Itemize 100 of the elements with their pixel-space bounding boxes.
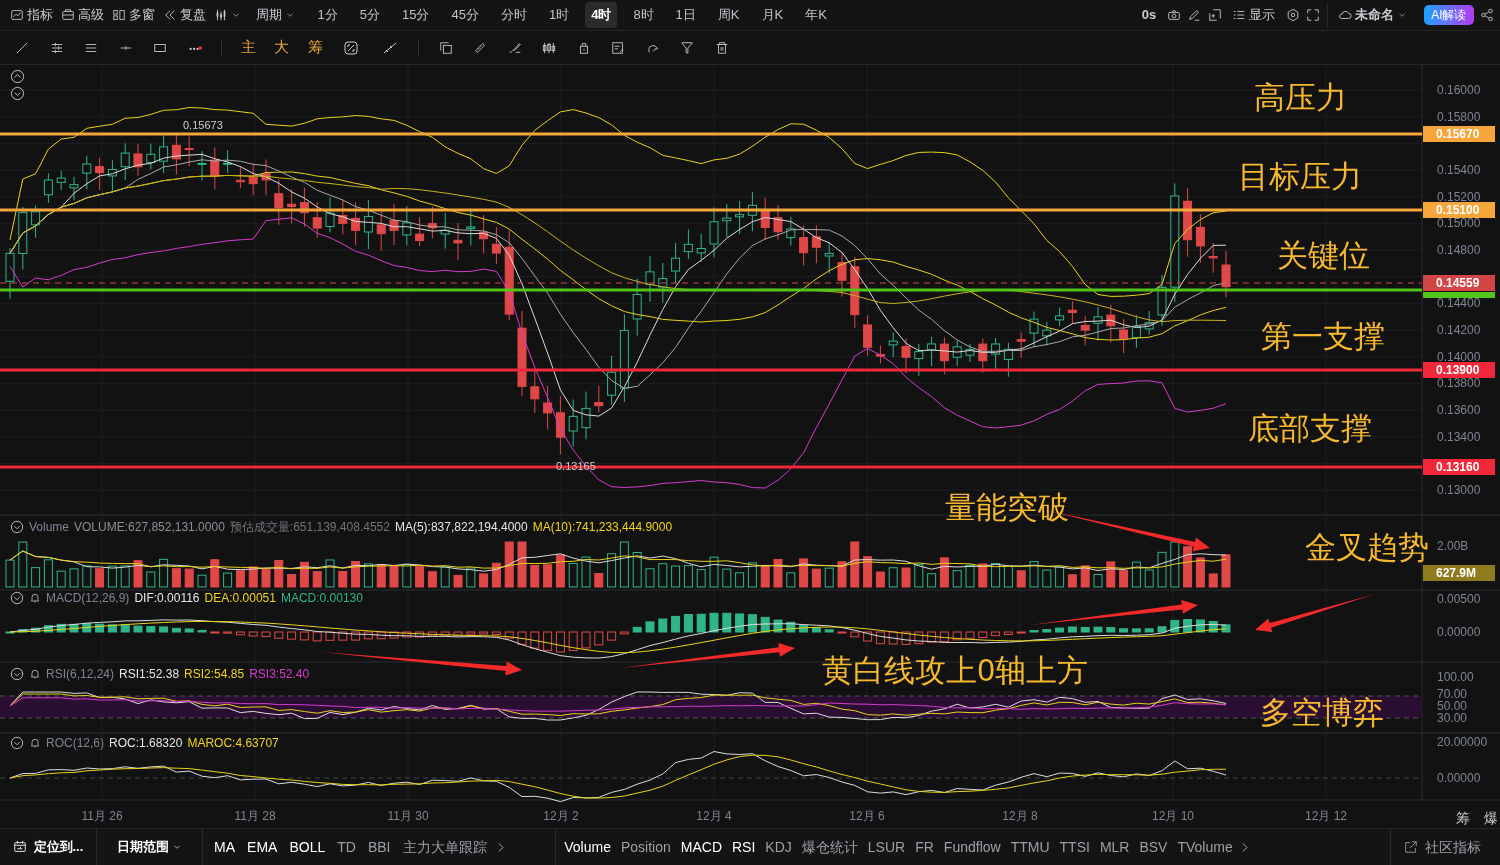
- indicator-axis-label: 50.00: [1437, 698, 1468, 713]
- price-axis-label: 0.15400: [1437, 162, 1481, 179]
- indicator-title: MACD(12,26,9): [46, 590, 130, 607]
- period-tab[interactable]: 年K: [799, 2, 833, 28]
- date-axis-label: 11月 28: [234, 808, 276, 825]
- indicator-value: MA(10):741,233,444.9000: [532, 519, 673, 536]
- date-axis-label: 12月 2: [543, 808, 579, 825]
- annotation-text: 高压力: [1253, 78, 1347, 117]
- price-axis-label: 0.13000: [1437, 482, 1481, 500]
- price-axis-label: 0.15800: [1437, 108, 1481, 126]
- menu-button[interactable]: 高级: [57, 3, 108, 27]
- toolbar-label-button[interactable]: 大: [268, 36, 295, 59]
- annotation-text: 第一支撑: [1261, 317, 1385, 356]
- locate-button[interactable]: 定位到...: [0, 835, 97, 859]
- indicator-tag: 627.9M: [1423, 565, 1495, 581]
- period-tab[interactable]: 15分: [395, 2, 436, 28]
- price-axis-label: 0.14400: [1437, 295, 1481, 313]
- toolbar-label-button[interactable]: 主: [234, 36, 262, 59]
- indicator-tab[interactable]: BSV: [1134, 834, 1173, 860]
- indicator-tab[interactable]: Fundflow: [938, 834, 1006, 860]
- indicator-tab[interactable]: RSI: [727, 834, 761, 860]
- display-button[interactable]: 显示: [1228, 3, 1280, 27]
- indicator-tab[interactable]: MLR: [1094, 834, 1135, 860]
- indicator-tab[interactable]: Volume: [559, 834, 616, 860]
- price-tag: 0.15670: [1423, 126, 1495, 142]
- price-tag: 0.15100: [1423, 202, 1495, 218]
- indicator-tab[interactable]: BBI: [362, 834, 396, 860]
- price-axis-label: 0.13600: [1437, 402, 1481, 420]
- period-tab[interactable]: 45分: [445, 2, 485, 28]
- price-axis-label: 0.15200: [1437, 188, 1481, 205]
- indicator-tab[interactable]: FR: [910, 834, 939, 860]
- indicator-value: MA(5):837,822,194.4000: [394, 519, 528, 536]
- period-tab[interactable]: 1时: [542, 2, 576, 28]
- period-dropdown[interactable]: 周期: [251, 3, 299, 27]
- price-axis-label: 0.14000: [1437, 348, 1481, 365]
- indicator-title: ROC(12,6): [46, 735, 104, 752]
- menu-button[interactable]: 复盘: [159, 3, 210, 27]
- period-tab[interactable]: 8时: [627, 2, 660, 28]
- indicator-tab[interactable]: MA: [209, 834, 241, 860]
- indicator-tab[interactable]: TTSI: [1054, 834, 1095, 860]
- period-tab[interactable]: 5分: [353, 2, 386, 28]
- date-axis-label: 12月 10: [1152, 808, 1194, 825]
- period-tab[interactable]: 1日: [669, 2, 702, 28]
- indicator-axis-label: 70.00: [1437, 686, 1468, 701]
- community-indicators-button[interactable]: 社区指标: [1391, 834, 1494, 860]
- menu-button[interactable]: 指标: [6, 3, 57, 27]
- date-range-dropdown[interactable]: 日期范围: [97, 835, 202, 859]
- indicator-value: RSI3:52.40: [249, 666, 310, 683]
- date-axis-label: 12月 8: [1002, 808, 1038, 825]
- period-tab[interactable]: 4时: [585, 2, 618, 28]
- indicator-value: RSI2:54.85: [184, 666, 245, 683]
- indicator-axis-label: 0.00000: [1437, 770, 1481, 787]
- indicator-tab[interactable]: KDJ: [760, 834, 797, 860]
- annotation-text: 金叉趋势: [1305, 528, 1429, 567]
- high-price-label: 0.15673: [183, 118, 223, 133]
- toolbar-label-button[interactable]: 筹: [301, 36, 329, 59]
- indicator-tab[interactable]: Position: [615, 834, 676, 860]
- indicator-title: Volume: [29, 519, 70, 536]
- price-tag: 0.14559: [1423, 275, 1495, 291]
- indicator-value: MAROC:4.63707: [187, 735, 279, 752]
- period-tab[interactable]: 周K: [711, 2, 746, 28]
- indicator-axis-label: 0.00000: [1437, 624, 1481, 641]
- price-axis-label: 0.15000: [1437, 215, 1481, 233]
- indicator-tab[interactable]: MACD: [675, 834, 727, 860]
- indicator-tab[interactable]: TD: [332, 834, 361, 860]
- menu-button[interactable]: 多窗: [108, 3, 159, 27]
- ai-button[interactable]: AI解读: [1424, 5, 1474, 25]
- price-axis-label: 0.16000: [1437, 82, 1481, 99]
- indicator-tab[interactable]: TVolume: [1172, 834, 1238, 860]
- indicator-tab[interactable]: BOLL: [284, 834, 331, 860]
- indicator-axis-label: 0.00500: [1437, 591, 1481, 608]
- indicator-tab[interactable]: TTMU: [1005, 834, 1055, 860]
- annotation-text: 关键位: [1276, 236, 1370, 275]
- period-tab[interactable]: 分时: [494, 2, 533, 28]
- annotation-text: 量能突破: [945, 488, 1069, 527]
- period-tab[interactable]: 1分: [311, 2, 344, 28]
- date-axis-label: 11月 30: [387, 808, 429, 825]
- indicator-axis-label: 20.00000: [1437, 734, 1488, 751]
- period-tab[interactable]: 月K: [755, 2, 790, 28]
- corner-button[interactable]: 筹: [1456, 808, 1470, 829]
- indicator-tab[interactable]: LSUR: [862, 834, 911, 860]
- indicator-tab[interactable]: 爆仓统计: [796, 834, 863, 860]
- price-tag: 0.13160: [1423, 459, 1495, 475]
- indicator-value: DEA:0.00051: [204, 590, 276, 607]
- indicator-value: 预估成交量:651,139,408.4552: [229, 519, 390, 536]
- corner-button[interactable]: 爆: [1484, 808, 1498, 829]
- indicator-axis-label: 30.00: [1437, 710, 1468, 727]
- low-price-label: 0.13165: [556, 458, 596, 474]
- indicator-tab[interactable]: EMA: [242, 834, 283, 860]
- indicator-axis-label: 2.00B: [1437, 538, 1469, 555]
- indicator-axis-label: 100.00: [1437, 669, 1474, 686]
- indicator-value: RSI1:52.38: [119, 666, 180, 683]
- price-axis-label: 0.14200: [1437, 322, 1481, 339]
- indicator-value: ROC:1.68320: [109, 735, 183, 752]
- date-axis-label: 12月 12: [1305, 808, 1347, 825]
- indicator-value: MACD:0.00130: [280, 590, 363, 607]
- layout-name-dropdown[interactable]: 未命名: [1334, 3, 1412, 27]
- price-axis-label: 0.14800: [1437, 242, 1481, 259]
- indicator-tab[interactable]: 主力大单跟踪: [397, 834, 492, 860]
- annotation-text: 黄白线攻上0轴上方: [822, 651, 1088, 690]
